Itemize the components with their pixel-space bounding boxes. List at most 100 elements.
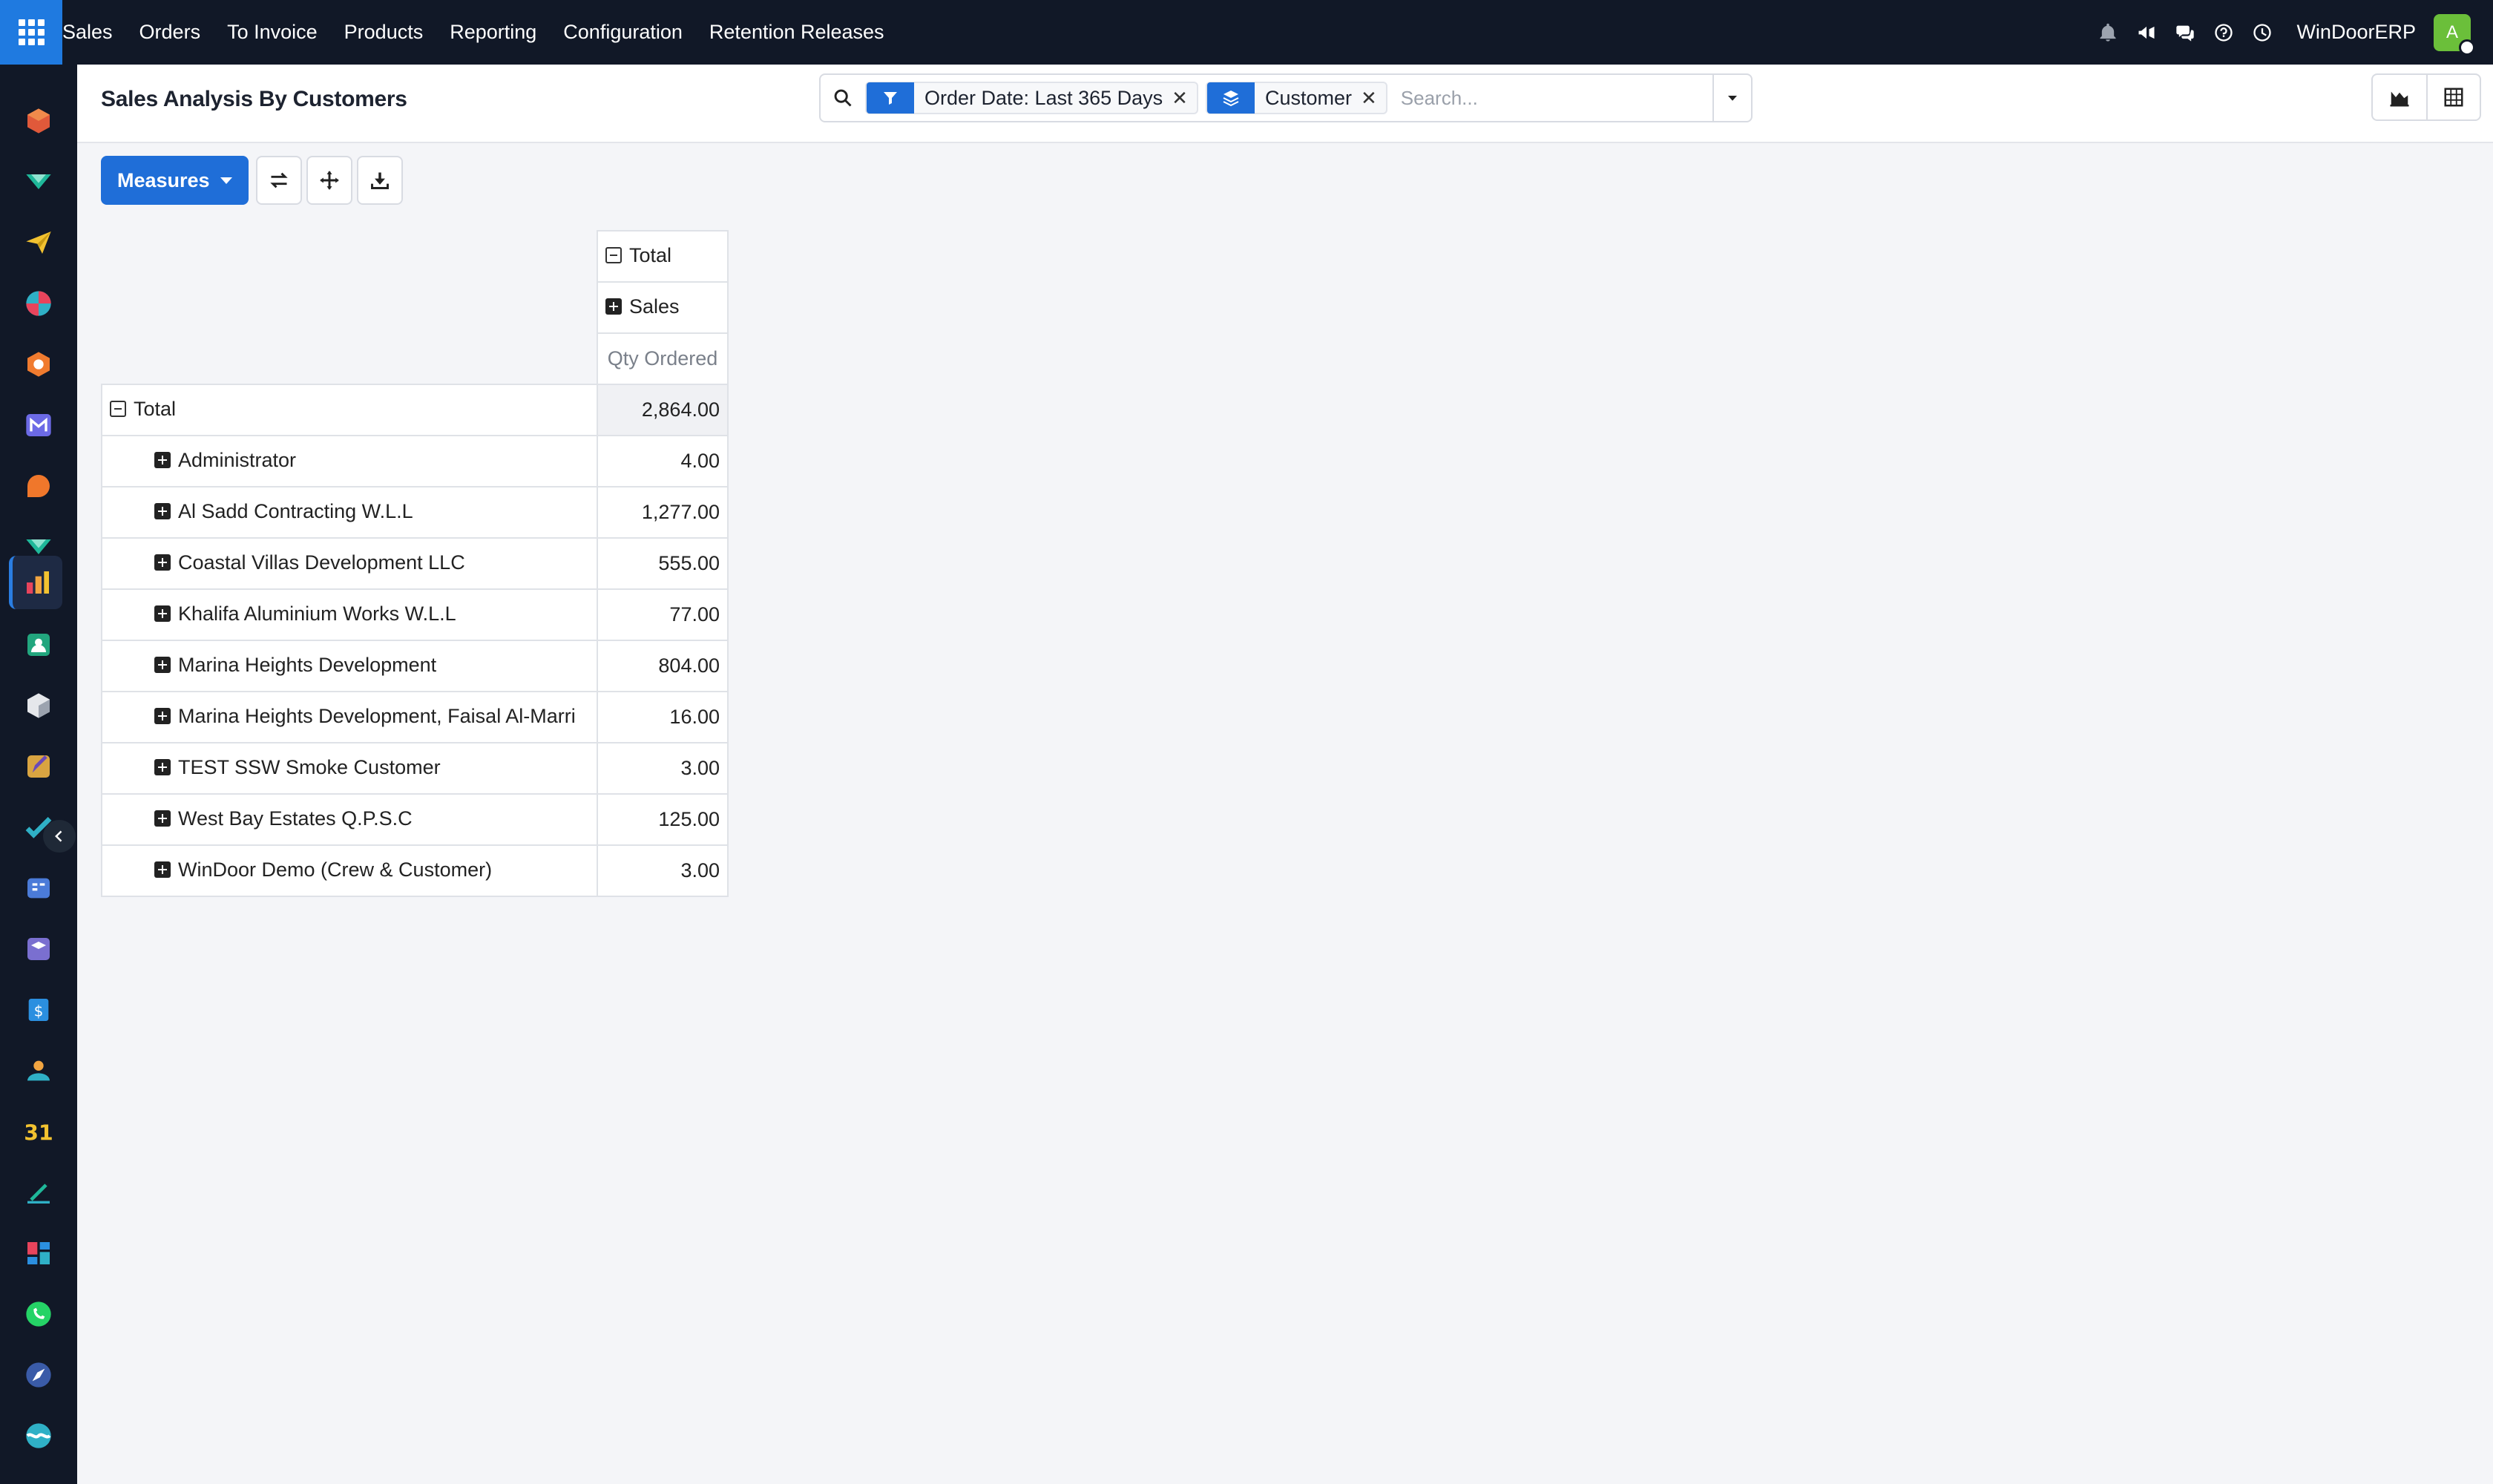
facet-filter[interactable]: Order Date: Last 365 Days ✕ (865, 82, 1198, 114)
sidebar-app-11[interactable] (12, 679, 65, 732)
sidebar-app-whatsapp[interactable] (12, 1287, 65, 1341)
pivot-cell[interactable]: 555.00 (597, 537, 729, 590)
pivot-col-total-header[interactable]: Total (597, 230, 729, 283)
pivot-row-header[interactable]: Administrator (101, 435, 598, 487)
search-bar[interactable]: Order Date: Last 365 Days ✕ Customer ✕ (819, 73, 1753, 122)
row-label: TEST SSW Smoke Customer (178, 755, 441, 778)
sidebar-app-16[interactable]: $ (12, 983, 65, 1037)
sidebar-app-sales[interactable] (9, 556, 62, 609)
pivot-row-header[interactable]: Al Sadd Contracting W.L.L (101, 486, 598, 539)
measures-button[interactable]: Measures (101, 156, 249, 205)
menu-to-invoice[interactable]: To Invoice (214, 0, 331, 65)
expand-icon[interactable] (154, 554, 171, 571)
sidebar-app-1[interactable] (12, 94, 65, 148)
expand-icon[interactable] (605, 298, 622, 315)
sidebar-app-14[interactable] (12, 861, 65, 915)
expand-icon[interactable] (154, 810, 171, 827)
sidebar-app-12[interactable] (12, 740, 65, 793)
sidebar-app-13[interactable] (12, 801, 65, 854)
sidebar-app-2[interactable] (12, 155, 65, 209)
table-row: TEST SSW Smoke Customer 3.00 (101, 742, 729, 795)
measures-label: Measures (117, 168, 210, 191)
collapse-icon[interactable] (110, 401, 126, 418)
help-icon[interactable] (2207, 16, 2241, 50)
sidebar-app-22[interactable] (12, 1348, 65, 1402)
swap-icon (269, 172, 288, 188)
bell-icon[interactable] (2091, 16, 2125, 50)
col-group-label: Sales (629, 295, 680, 318)
sidebar-app-5[interactable] (12, 338, 65, 391)
sidebar-app-10[interactable] (12, 618, 65, 672)
sidebar-app-17[interactable] (12, 1044, 65, 1097)
expand-icon[interactable] (154, 861, 171, 879)
expand-icon[interactable] (154, 657, 171, 674)
bar-chart-app-icon (26, 571, 49, 594)
sidebar-app-23[interactable] (12, 1409, 65, 1462)
collapse-icon[interactable] (605, 247, 622, 264)
menu-reporting[interactable]: Reporting (436, 0, 550, 65)
flip-axis-button[interactable] (255, 156, 302, 205)
pivot-cell[interactable]: 16.00 (597, 691, 729, 743)
download-button[interactable] (356, 156, 403, 205)
sidebar-app-20[interactable] (12, 1227, 65, 1280)
app-switcher-button[interactable] (0, 0, 62, 65)
user-avatar[interactable]: A (2434, 13, 2475, 56)
pivot-cell[interactable]: 3.00 (597, 742, 729, 795)
facet-groupby[interactable]: Customer ✕ (1205, 82, 1387, 114)
pivot-cell[interactable]: 804.00 (597, 640, 729, 692)
sidebar-app-7[interactable] (12, 459, 65, 513)
expand-icon[interactable] (154, 452, 171, 469)
sidebar-app-6[interactable] (12, 398, 65, 452)
table-row: Marina Heights Development 804.00 (101, 640, 729, 692)
expand-icon[interactable] (154, 605, 171, 623)
pivot-cell[interactable]: 77.00 (597, 588, 729, 641)
app-sidebar: $ 31 (0, 65, 77, 1484)
pivot-measure-header[interactable]: Qty Ordered (597, 332, 729, 385)
pivot-row-total-header[interactable]: Total (101, 384, 598, 436)
team-app-icon (27, 1060, 50, 1081)
bubble-app-icon (27, 475, 50, 497)
facet-filter-close-icon[interactable]: ✕ (1172, 87, 1197, 110)
expand-icon[interactable] (154, 503, 171, 520)
menu-configuration[interactable]: Configuration (550, 0, 696, 65)
expand-icon[interactable] (154, 759, 171, 776)
pivot-cell[interactable]: 4.00 (597, 435, 729, 487)
chat-icon[interactable] (2168, 16, 2202, 50)
expand-all-button[interactable] (306, 156, 352, 205)
sidebar-app-calendar[interactable]: 31 (12, 1105, 65, 1158)
sidebar-app-4[interactable] (12, 277, 65, 330)
graph-view-button[interactable] (2371, 73, 2426, 121)
pivot-cell[interactable]: 1,277.00 (597, 486, 729, 539)
pivot-row-header[interactable]: Marina Heights Development, Faisal Al-Ma… (101, 691, 598, 743)
pivot-col-group-header[interactable]: Sales (597, 281, 729, 334)
menu-products[interactable]: Products (331, 0, 437, 65)
pivot-row-header[interactable]: Coastal Villas Development LLC (101, 537, 598, 590)
megaphone-icon[interactable] (2129, 16, 2164, 50)
systray: WinDoorERP A (2089, 0, 2493, 65)
pivot-total-value[interactable]: 2,864.00 (597, 384, 729, 436)
pivot-cell[interactable]: 3.00 (597, 844, 729, 897)
pivot-cell[interactable]: 125.00 (597, 793, 729, 846)
sidebar-app-19[interactable] (12, 1166, 65, 1219)
menu-orders[interactable]: Orders (126, 0, 214, 65)
expand-icon[interactable] (154, 708, 171, 725)
sidebar-app-15[interactable] (12, 922, 65, 976)
search-input[interactable] (1394, 75, 1712, 121)
facet-groupby-close-icon[interactable]: ✕ (1361, 87, 1386, 110)
pivot-row-header[interactable]: Marina Heights Development (101, 640, 598, 692)
company-name[interactable]: WinDoorERP (2296, 21, 2416, 44)
filter-icon (867, 82, 914, 114)
pivot-row-header[interactable]: Khalifa Aluminium Works W.L.L (101, 588, 598, 641)
pivot-view-button[interactable] (2426, 73, 2481, 121)
facet-filter-label: Order Date: Last 365 Days (924, 86, 1163, 109)
search-icon[interactable] (821, 75, 865, 121)
menu-retention-releases[interactable]: Retention Releases (696, 0, 898, 65)
pivot-row-header[interactable]: WinDoor Demo (Crew & Customer) (101, 844, 598, 897)
menu-sales[interactable]: Sales (62, 0, 126, 65)
clock-icon[interactable] (2245, 16, 2279, 50)
pivot-row-header[interactable]: West Bay Estates Q.P.S.C (101, 793, 598, 846)
pivot-row-header[interactable]: TEST SSW Smoke Customer (101, 742, 598, 795)
row-label: West Bay Estates Q.P.S.C (178, 807, 413, 830)
search-options-toggle[interactable] (1712, 75, 1751, 121)
sidebar-app-3[interactable] (12, 216, 65, 269)
